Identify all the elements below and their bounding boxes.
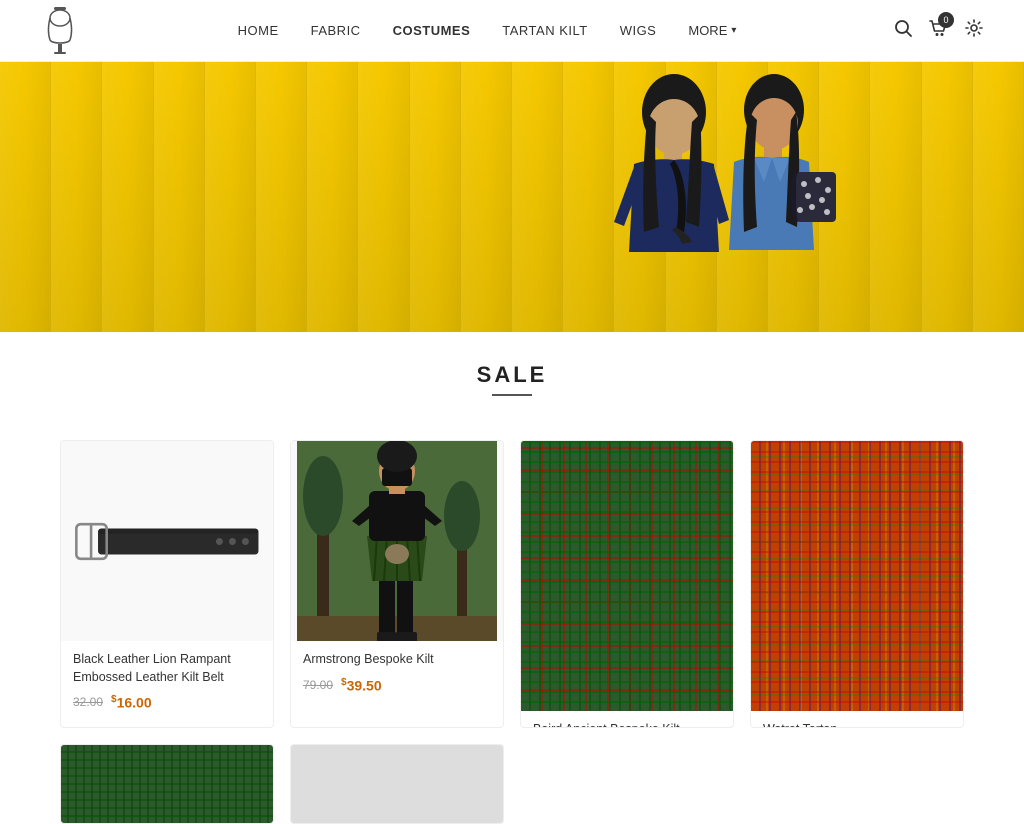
product-info: Baird Ancient Bespoke Kilt 89.00 $44.50: [521, 711, 733, 728]
nav-wigs[interactable]: WIGS: [620, 23, 657, 38]
chevron-down-icon: ▾: [731, 25, 736, 36]
search-icon: [894, 19, 912, 37]
product-name: Watret Tartan: [763, 721, 951, 728]
product-card[interactable]: Baird Ancient Bespoke Kilt 89.00 $44.50: [520, 440, 734, 728]
product-image: [751, 441, 963, 711]
product-prices: 79.00 $39.50: [303, 677, 491, 694]
header-icons: 0: [894, 18, 984, 43]
logo[interactable]: [40, 6, 80, 56]
product-image: [521, 441, 733, 711]
belt-image: [72, 501, 263, 581]
product-prices: 32.00 $16.00: [73, 694, 261, 711]
product-image: [61, 441, 273, 641]
settings-icon: [964, 18, 984, 38]
cart-button[interactable]: 0: [928, 18, 948, 43]
product-name: Armstrong Bespoke Kilt: [303, 651, 491, 669]
product-name: Baird Ancient Bespoke Kilt: [533, 721, 721, 728]
sale-title: SALE: [60, 362, 964, 388]
product-card-partial: [520, 744, 734, 824]
product-image: [291, 441, 503, 641]
hero-figures: [544, 72, 884, 332]
logo-icon: [40, 6, 80, 56]
product-info: Black Leather Lion Rampant Embossed Leat…: [61, 641, 273, 711]
nav-costumes[interactable]: COSTUMES: [393, 23, 471, 38]
settings-button[interactable]: [964, 18, 984, 43]
nav-more-dropdown[interactable]: MORE ▾: [688, 23, 736, 38]
site-header: HOME FABRIC COSTUMES TARTAN KILT WIGS MO…: [0, 0, 1024, 62]
search-button[interactable]: [894, 19, 912, 42]
product-name: Black Leather Lion Rampant Embossed Leat…: [73, 651, 261, 686]
original-price: 79.00: [303, 678, 333, 692]
hero-banner: [0, 62, 1024, 332]
sale-price: $39.50: [341, 677, 382, 694]
product-card[interactable]: Armstrong Bespoke Kilt 79.00 $39.50: [290, 440, 504, 728]
product-card[interactable]: Black Leather Lion Rampant Embossed Leat…: [60, 440, 274, 728]
nav-home[interactable]: HOME: [238, 23, 279, 38]
original-price: 32.00: [73, 695, 103, 709]
main-nav: HOME FABRIC COSTUMES TARTAN KILT WIGS MO…: [238, 23, 737, 38]
nav-fabric[interactable]: FABRIC: [311, 23, 361, 38]
products-grid-bottom: [0, 728, 1024, 824]
cart-count-badge: 0: [938, 12, 954, 28]
products-grid: Black Leather Lion Rampant Embossed Leat…: [0, 440, 1024, 728]
product-card[interactable]: Watret Tartan 22.00 $11.00: [750, 440, 964, 728]
sale-section: SALE: [0, 332, 1024, 440]
sale-underline: [492, 394, 532, 396]
product-info: Watret Tartan 22.00 $11.00: [751, 711, 963, 728]
product-card-partial: [750, 744, 964, 824]
product-info: Armstrong Bespoke Kilt 79.00 $39.50: [291, 641, 503, 693]
sale-price: $16.00: [111, 694, 152, 711]
nav-tartan-kilt[interactable]: TARTAN KILT: [502, 23, 587, 38]
product-card-partial[interactable]: [60, 744, 274, 824]
product-card-partial[interactable]: [290, 744, 504, 824]
